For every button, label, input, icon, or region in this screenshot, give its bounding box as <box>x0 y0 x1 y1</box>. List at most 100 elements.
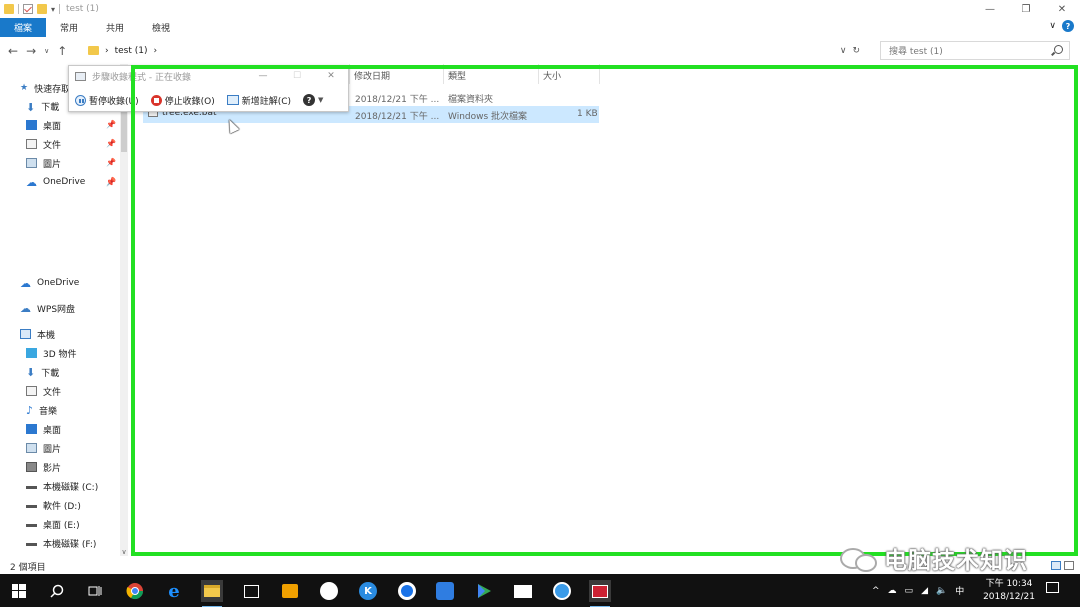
notification-center-icon[interactable] <box>1046 582 1059 593</box>
taskbar-app-s[interactable] <box>551 580 573 602</box>
music-icon: ♪ <box>26 403 34 417</box>
wechat-logo-icon <box>838 544 878 572</box>
details-view-icon[interactable] <box>1051 561 1061 570</box>
nav-item-documents[interactable]: 文件 <box>26 136 61 152</box>
taskbar-file-explorer[interactable] <box>201 580 223 607</box>
search-icon[interactable] <box>1054 45 1063 54</box>
customize-toolbar-icon[interactable]: ▾ <box>51 5 55 14</box>
taskbar-edge[interactable]: e <box>163 580 185 602</box>
nav-onedrive[interactable]: ☁ OneDrive <box>20 275 79 291</box>
taskbar-steps-recorder[interactable] <box>589 580 611 607</box>
show-hidden-icons-icon[interactable]: ^ <box>872 586 880 596</box>
nav-item-drive-c[interactable]: 本機磁碟 (C:) <box>26 478 98 494</box>
tab-home[interactable]: 常用 <box>46 18 92 37</box>
nav-quick-access[interactable]: ★ 快速存取 <box>20 80 70 96</box>
expand-ribbon-icon[interactable]: ∨ <box>1049 21 1056 31</box>
taskbar-app-a[interactable] <box>318 580 340 602</box>
taskbar-store[interactable] <box>240 580 262 602</box>
nav-item-pictures[interactable]: 圖片 <box>26 155 61 171</box>
nav-item-desktop[interactable]: 桌面 <box>26 421 61 437</box>
input-language[interactable]: 中 <box>955 584 964 597</box>
watermark-text: 电脑技术知识 <box>884 548 1028 574</box>
search-button[interactable] <box>46 580 68 602</box>
close-button[interactable]: ✕ <box>1044 0 1080 18</box>
properties-icon[interactable] <box>23 4 33 14</box>
recent-locations-button[interactable]: ∨ <box>44 47 49 55</box>
nav-item-drive-e[interactable]: 桌面 (E:) <box>26 516 80 532</box>
taskbar-media-player[interactable] <box>279 580 301 602</box>
minimize-button[interactable]: — <box>972 0 1008 18</box>
tab-view[interactable]: 檢視 <box>138 18 184 37</box>
forward-button[interactable]: → <box>26 44 36 58</box>
toolbar-divider <box>18 4 19 14</box>
nav-item-desktop[interactable]: 桌面 <box>26 117 61 133</box>
volume-icon[interactable]: 🔈 <box>936 586 947 596</box>
nav-label: OneDrive <box>43 177 86 187</box>
q-app-icon <box>398 582 416 600</box>
restore-button[interactable]: ❐ <box>1008 0 1044 18</box>
breadcrumb-separator[interactable]: › <box>154 46 158 56</box>
nav-this-pc[interactable]: 本機 <box>20 326 55 342</box>
up-button[interactable]: ↑ <box>57 44 67 58</box>
taskbar-app-send[interactable] <box>434 580 456 602</box>
drive-icon <box>26 483 37 489</box>
nav-item-pictures[interactable]: 圖片 <box>26 440 61 456</box>
nav-label: 本機磁碟 (C:) <box>43 482 99 493</box>
nav-label: 3D 物件 <box>43 349 77 360</box>
taskbar-chrome[interactable] <box>124 580 146 602</box>
breadcrumb-separator[interactable]: › <box>105 46 109 56</box>
nav-item-music[interactable]: ♪ 音樂 <box>26 402 57 418</box>
network-icon[interactable]: ◢ <box>921 586 928 596</box>
search-input[interactable]: 搜尋 test (1) <box>880 41 1070 60</box>
start-button[interactable] <box>8 580 30 602</box>
nav-label: 桌面 (E:) <box>43 520 80 531</box>
taskbar-app-q[interactable] <box>396 580 418 602</box>
back-button[interactable]: ← <box>8 44 18 58</box>
task-view-icon <box>88 586 102 596</box>
nav-wps-cloud[interactable]: ☁ WPS网盘 <box>20 300 75 316</box>
tab-file[interactable]: 檔案 <box>0 18 47 37</box>
large-icons-view-icon[interactable] <box>1064 561 1074 570</box>
tab-share[interactable]: 共用 <box>92 18 138 37</box>
clock[interactable]: 下午 10:34 2018/12/21 <box>980 578 1038 604</box>
nav-label: OneDrive <box>37 278 80 288</box>
system-tray: ^ ☁ ▭ ◢ 🔈 中 <box>872 574 964 607</box>
nav-item-videos[interactable]: 影片 <box>26 459 61 475</box>
address-bar[interactable]: › test (1) › ∨ ↻ <box>84 41 864 60</box>
address-bar-controls: ∨ ↻ <box>840 46 864 56</box>
taskbar-app-k[interactable]: K <box>357 580 379 602</box>
taskbar-mail[interactable] <box>512 580 534 602</box>
nav-item-download[interactable]: ⬇ 下載 <box>26 364 59 380</box>
pin-icon[interactable]: 📌 <box>106 120 116 129</box>
task-view-button[interactable] <box>84 580 106 602</box>
nav-item-drive-f[interactable]: 本機磁碟 (F:) <box>26 535 96 551</box>
taskbar-app-play[interactable] <box>473 580 495 602</box>
new-folder-icon[interactable] <box>37 4 47 14</box>
app-icon <box>320 582 338 600</box>
nav-pane-scrollbar[interactable]: ∨ <box>120 64 128 556</box>
scroll-down-icon[interactable]: ∨ <box>120 548 128 556</box>
nav-label: 文件 <box>43 140 62 151</box>
chrome-icon <box>126 583 144 600</box>
nav-label: 快速存取 <box>34 84 71 95</box>
pin-icon[interactable]: 📌 <box>106 178 116 187</box>
nav-label: 音樂 <box>39 406 58 417</box>
nav-label: 桌面 <box>43 425 62 436</box>
address-history-button[interactable]: ∨ <box>840 46 847 56</box>
battery-icon[interactable]: ▭ <box>905 586 914 596</box>
onedrive-tray-icon[interactable]: ☁ <box>888 586 897 596</box>
nav-item-download[interactable]: ⬇ 下載 <box>26 98 59 114</box>
nav-label: 圖片 <box>43 444 62 455</box>
pin-icon[interactable]: 📌 <box>106 158 116 167</box>
nav-item-onedrive-pinned[interactable]: ☁ OneDrive <box>26 174 85 190</box>
nav-item-documents[interactable]: 文件 <box>26 383 61 399</box>
refresh-button[interactable]: ↻ <box>852 46 860 56</box>
help-icon[interactable]: ? <box>1062 20 1074 32</box>
breadcrumb-folder[interactable]: test (1) <box>115 46 148 56</box>
pin-icon[interactable]: 📌 <box>106 139 116 148</box>
nav-item-3d-objects[interactable]: 3D 物件 <box>26 345 77 361</box>
folder-icon <box>4 4 14 14</box>
quick-access-toolbar: ▾ <box>0 4 61 14</box>
document-icon <box>26 386 37 396</box>
nav-item-drive-d[interactable]: 軟件 (D:) <box>26 497 81 513</box>
